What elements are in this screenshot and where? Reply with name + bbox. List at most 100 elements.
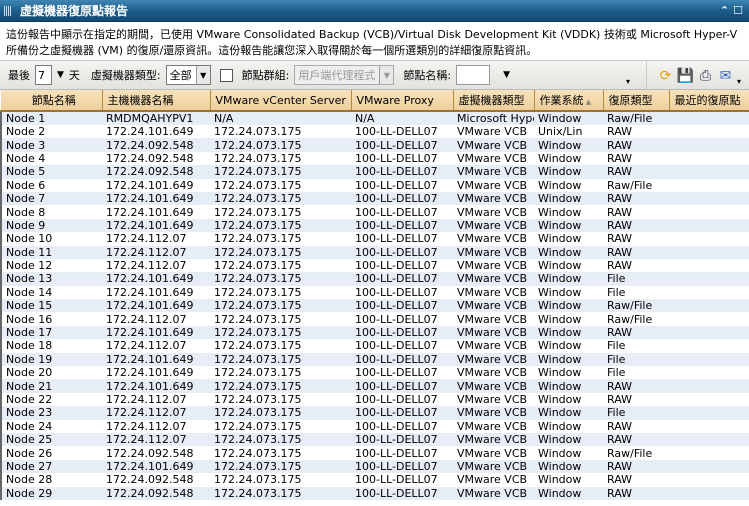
table-row[interactable]: Node 2 172.24.101.649 172.24.073.175 100-LL… xyxy=(0,125,749,139)
cell-host-name: 172.24.112.07 xyxy=(106,259,187,273)
table-row[interactable]: Node 19 172.24.101.649 172.24.073.175 100-L… xyxy=(0,352,749,367)
node-name-input[interactable] xyxy=(456,65,491,85)
column-header-host-name[interactable]: 主機機器名稱 xyxy=(102,90,211,112)
cell-vcenter-server: 172.24.073.175 xyxy=(210,432,351,447)
cell-latest-recovery-point xyxy=(669,191,749,206)
cell-latest-recovery-point xyxy=(669,299,749,313)
cell-vcenter-server: 172.24.073.175 xyxy=(210,406,351,420)
cell-node-name: Node 18 xyxy=(0,339,102,353)
table-row[interactable]: Node 14 172.24.101.649 172.24.073.175 100-L… xyxy=(0,285,749,300)
cell-host-name: 172.24.112.07 xyxy=(102,245,210,259)
cell-os: Window xyxy=(534,352,603,367)
table-row[interactable]: Node 22 172.24.112.07 172.24.073.175 100-LL… xyxy=(0,392,749,407)
table-row[interactable]: Node 7 172.24.101.649 172.24.073.175 100-LL… xyxy=(0,191,749,206)
cell-node-name: Node 14 xyxy=(0,285,102,300)
cell-recovery-type: RAW xyxy=(603,379,669,393)
cell-node-name: Node 24 xyxy=(0,419,102,433)
cell-node-name: Node 5 xyxy=(0,165,102,179)
cell-os: Window xyxy=(534,486,603,500)
table-row[interactable]: Node 27 172.24.101.649 172.24.073.175 100-L… xyxy=(0,459,749,474)
table-row[interactable]: Node 20 172.24.101.649 172.24.073.175 100-L… xyxy=(0,366,749,380)
print-icon[interactable]: ⎙ xyxy=(697,68,714,85)
table-row[interactable]: Node 26 172.24.092.548 172.24.073.175 100-L… xyxy=(0,446,749,460)
last-label: 最後 xyxy=(8,69,30,82)
cell-latest-recovery-point xyxy=(669,379,749,393)
table-row[interactable]: Node 5 172.24.092.548 172.24.073.175 100-LL… xyxy=(0,165,749,179)
table-row[interactable]: Node 21 172.24.101.649 172.24.073.175 100-L… xyxy=(0,379,749,393)
table-row[interactable]: Node 25 172.24.112.07 172.24.073.175 100-LL… xyxy=(0,432,749,447)
table-row[interactable]: Node 24 172.24.112.07 172.24.073.175 100-LL… xyxy=(0,419,749,433)
table-row[interactable]: Node 10 172.24.112.07 172.24.073.175 100-LL… xyxy=(0,232,749,246)
cell-vm-type: VMware VCB xyxy=(453,325,534,340)
table-row[interactable]: Node 29 172.24.092.548 172.24.073.175 100-L… xyxy=(0,486,749,500)
cell-vm-type: VMware VCB xyxy=(457,205,528,219)
cell-os: Window xyxy=(534,165,603,179)
refresh-icon[interactable]: ⟳ xyxy=(657,68,674,85)
column-header-os[interactable]: 作業系統 ▲ xyxy=(534,90,604,112)
cell-vcenter-server: 172.24.073.175 xyxy=(214,312,302,326)
table-row[interactable]: Node 13 172.24.101.649 172.24.073.175 100-L… xyxy=(0,272,749,286)
cell-host-name: 172.24.112.07 xyxy=(106,232,187,246)
table-row[interactable]: Node 23 172.24.112.07 172.24.073.175 100-LL… xyxy=(0,406,749,420)
cell-os: Window xyxy=(538,312,582,326)
days-dropdown-icon[interactable]: ▼ xyxy=(57,70,64,80)
cell-recovery-type: RAW xyxy=(603,138,669,152)
node-name-dropdown-icon[interactable]: ▼ xyxy=(503,70,510,80)
cell-host-name: 172.24.112.07 xyxy=(102,406,210,420)
column-header-vmware-proxy[interactable]: VMware Proxy xyxy=(351,90,454,112)
table-row[interactable]: Node 11 172.24.112.07 172.24.073.175 100-LL… xyxy=(0,245,749,259)
table-row[interactable]: Node 4 172.24.092.548 172.24.073.175 100-LL… xyxy=(0,151,749,166)
tools-overflow-icon[interactable]: ▾ xyxy=(737,77,741,86)
table-row[interactable]: Node 1RMDMQAHYPV1N/AN/AMicrosoft Hyper-V… xyxy=(0,111,749,125)
column-header-vcenter-server[interactable]: VMware vCenter Server xyxy=(210,90,352,112)
cell-vm-type: VMware VCB xyxy=(457,446,528,460)
cell-vmware-proxy: 100-LL-DELL07 xyxy=(355,446,438,460)
cell-os: Window xyxy=(534,191,603,206)
table-row[interactable]: Node 16 172.24.112.07 172.24.073.175 100-LL… xyxy=(0,312,749,326)
node-group-checkbox[interactable] xyxy=(219,68,233,82)
table-row[interactable]: Node 17 172.24.101.649 172.24.073.175 100-L… xyxy=(0,325,749,340)
table-row[interactable]: Node 6 172.24.101.649 172.24.073.175 100-LL… xyxy=(0,178,749,192)
cell-vm-type: VMware VCB xyxy=(453,432,534,447)
cell-host-name: 172.24.092.548 xyxy=(106,446,194,460)
days-input[interactable]: 7 xyxy=(35,65,52,85)
email-icon[interactable]: ✉ xyxy=(717,68,734,85)
table-row[interactable]: Node 15 172.24.101.649 172.24.073.175 100-L… xyxy=(0,299,749,313)
table-row[interactable]: Node 3 172.24.092.548 172.24.073.175 100-LL… xyxy=(0,138,749,152)
cell-os: Window xyxy=(534,245,603,259)
table-row[interactable]: Node 28 172.24.092.548 172.24.073.175 100-L… xyxy=(0,473,749,487)
table-row[interactable]: Node 12 172.24.112.07 172.24.073.175 100-LL… xyxy=(0,258,749,273)
cell-os: Window xyxy=(534,111,603,125)
cell-vmware-proxy: 100-LL-DELL07 xyxy=(355,205,438,219)
cell-latest-recovery-point xyxy=(669,232,749,245)
table-row[interactable]: Node 18 172.24.112.07 172.24.073.175 100-LL… xyxy=(0,339,749,353)
drag-grip-icon[interactable] xyxy=(4,5,12,16)
cell-vm-type: VMware VCB xyxy=(457,259,528,273)
cell-host-name: 172.24.101.649 xyxy=(106,178,194,192)
save-icon[interactable]: 💾 xyxy=(677,68,694,85)
cell-vmware-proxy: 100-LL-DELL07 xyxy=(351,459,453,474)
cell-host-name: 172.24.092.548 xyxy=(102,486,210,500)
cell-node-name: Node 17 xyxy=(0,325,102,340)
cell-os: Window xyxy=(538,285,582,299)
column-header-vm-type[interactable]: 虛擬機器類型 xyxy=(453,90,535,112)
cell-node-name: Node 3 xyxy=(0,138,102,152)
vm-type-select[interactable]: 全部 ▼ xyxy=(165,65,211,85)
column-header-recovery-type[interactable]: 復原類型 xyxy=(603,90,670,112)
cell-latest-recovery-point xyxy=(669,339,749,352)
cell-host-name: 172.24.101.649 xyxy=(102,379,210,393)
toolbar-overflow-icon[interactable]: ▾ xyxy=(626,77,630,86)
cell-vcenter-server: 172.24.073.175 xyxy=(210,325,351,340)
action-tools: ⟳ 💾 ⎙ ✉ ▾ xyxy=(646,61,749,91)
cell-vm-type: VMware VCB xyxy=(453,245,534,259)
cell-host-name: 172.24.101.649 xyxy=(102,272,210,286)
column-header-node-name[interactable]: 節點名稱 xyxy=(1,90,103,112)
column-header-latest-recovery-point[interactable]: 最近的復原點 xyxy=(669,90,749,112)
cell-recovery-type: Raw/File xyxy=(607,178,653,192)
table-row[interactable]: Node 8 172.24.101.649 172.24.073.175 100-LL… xyxy=(0,205,749,219)
table-row[interactable]: Node 9 172.24.101.649 172.24.073.175 100-LL… xyxy=(0,218,749,233)
collapse-icon[interactable]: ⌃ xyxy=(720,4,729,17)
maximize-icon[interactable]: ☐ xyxy=(733,4,743,17)
cell-os: Window xyxy=(538,259,582,273)
node-group-select[interactable]: 用戶端代理程式 ▼ xyxy=(294,65,395,85)
